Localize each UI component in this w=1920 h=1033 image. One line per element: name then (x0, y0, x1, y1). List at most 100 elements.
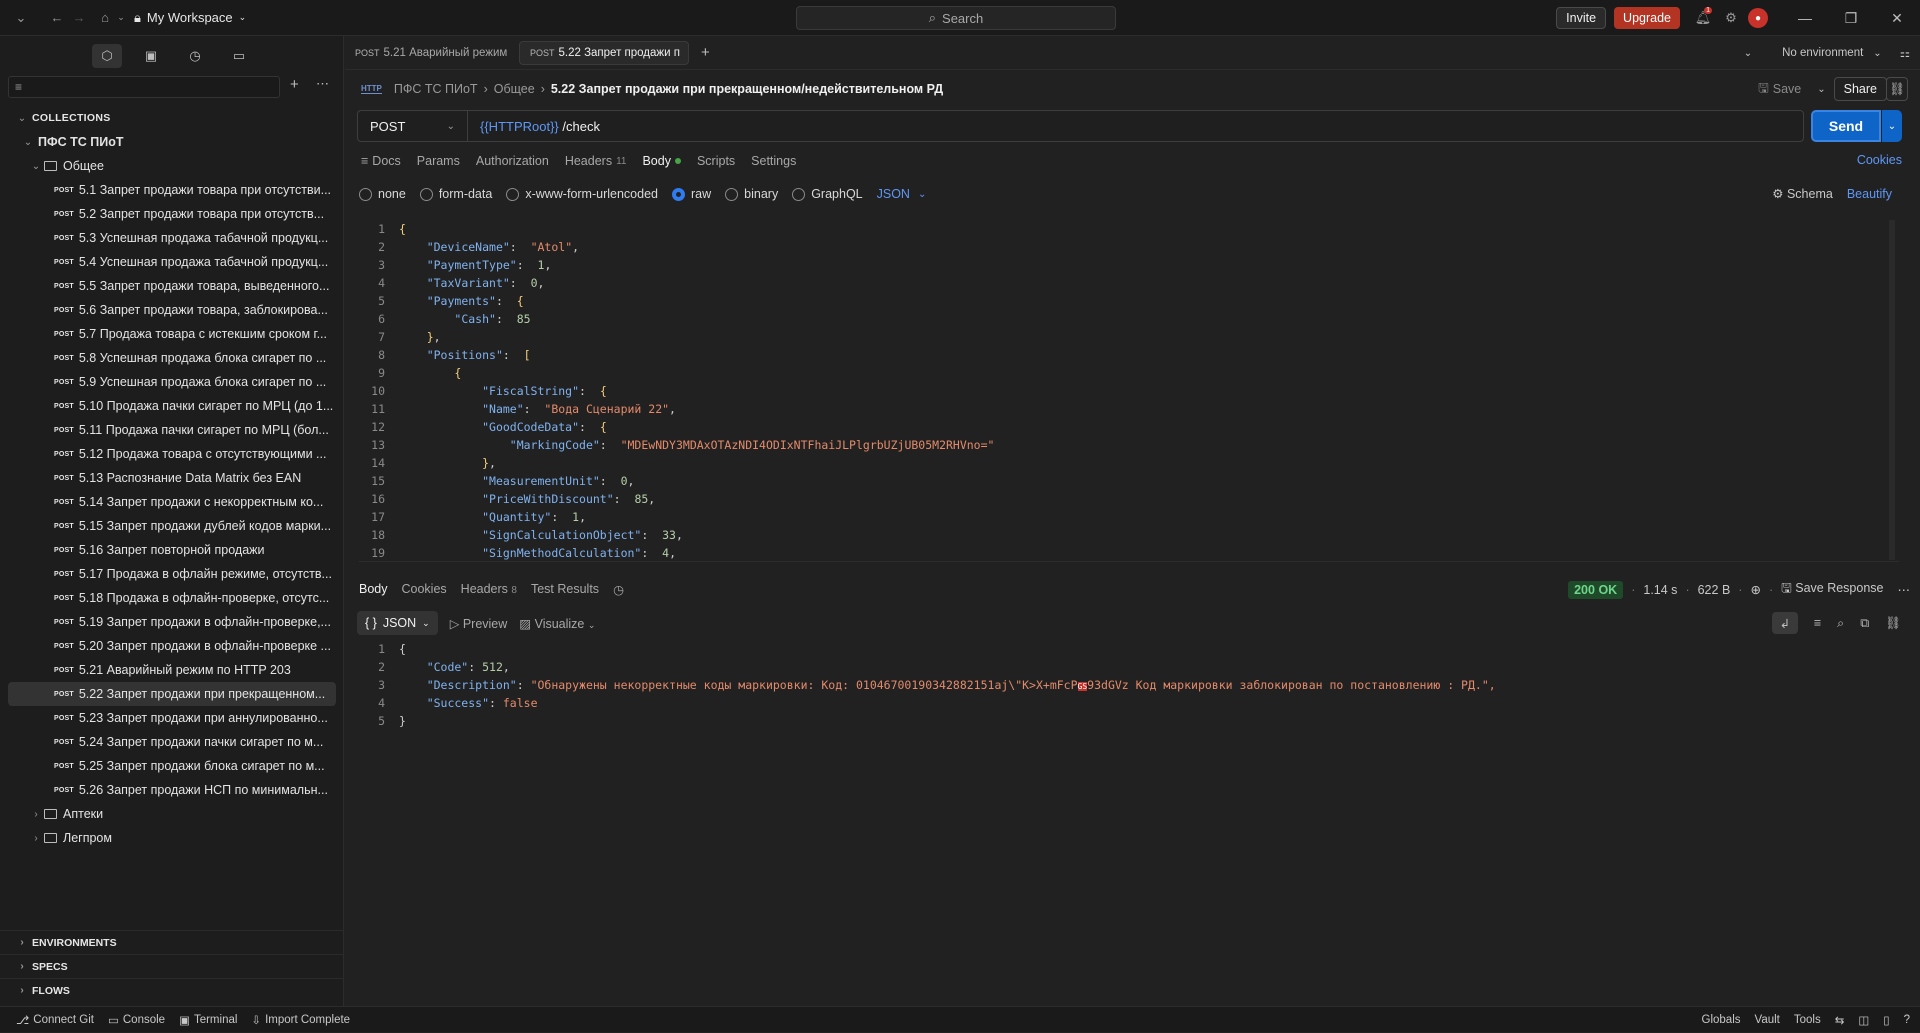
global-search[interactable]: ⌕ Search (796, 6, 1116, 30)
history-icon[interactable]: ◷ (180, 44, 210, 68)
collections-header[interactable]: ⌄ COLLECTIONS (0, 106, 344, 130)
request-item[interactable]: POST 5.20 Запрет продажи в офлайн-проверк… (0, 634, 336, 658)
status-badge[interactable]: 200 OK (1568, 580, 1624, 599)
radio-binary[interactable]: binary (725, 187, 778, 201)
request-item[interactable]: POST 5.14 Запрет продажи с некорректным к… (0, 490, 336, 514)
request-item[interactable]: POST 5.18 Продажа в офлайн-проверке, отсу… (0, 586, 336, 610)
resp-tab-cookies[interactable]: Cookies (402, 582, 447, 596)
beautify-button[interactable]: Beautify (1847, 187, 1892, 201)
request-item[interactable]: POST 5.7 Продажа товара с истекшим сроком… (0, 322, 336, 346)
request-item[interactable]: POST 5.15 Запрет продажи дублей кодов мар… (0, 514, 336, 538)
more-icon[interactable]: ⋯ (1898, 582, 1911, 597)
request-title[interactable]: 5.22 Запрет продажи при прекращенном/нед… (551, 82, 943, 96)
resp-tab-test-results[interactable]: Test Results (531, 582, 599, 596)
request-item[interactable]: POST 5.2 Запрет продажи товара при отсутс… (0, 202, 336, 226)
request-item[interactable]: POST 5.3 Успешная продажа табачной продук… (0, 226, 336, 250)
send-dropdown-icon[interactable]: ⌄ (1882, 110, 1902, 142)
import-status[interactable]: ⇩ Import Complete (251, 1013, 350, 1027)
radio-graphql[interactable]: GraphQL (792, 187, 863, 201)
tab-params[interactable]: Params (417, 154, 460, 168)
copy-icon[interactable]: ⧉ (1860, 616, 1869, 631)
menu-chevron-icon[interactable]: ⌄ (10, 7, 32, 29)
sidebar-toggle-icon[interactable]: ▯ (1883, 1013, 1889, 1027)
method-select[interactable]: POST ⌄ (358, 111, 468, 141)
gear-icon[interactable]: ⚙ (1720, 7, 1742, 29)
breadcrumb-folder[interactable]: Общее (494, 82, 535, 96)
environment-selector[interactable]: No environment (1782, 47, 1863, 59)
globe-icon[interactable]: ⊕ (1750, 582, 1760, 597)
specs-section[interactable]: › SPECS (0, 954, 344, 978)
send-button[interactable]: Send (1811, 110, 1881, 142)
request-item[interactable]: POST 5.5 Запрет продажи товара, выведенно… (0, 274, 336, 298)
save-button[interactable]: 🖫︎ Save (1750, 77, 1809, 101)
request-item[interactable]: POST 5.10 Продажа пачки сигарет по МРЦ (д… (0, 394, 336, 418)
folder-icon[interactable]: ▭ (224, 44, 254, 68)
collections-icon[interactable]: ⬡ (92, 44, 122, 68)
request-item[interactable]: POST 5.26 Запрет продажи НСП по минимальн… (0, 778, 336, 802)
link-icon[interactable]: ⛓ (1886, 77, 1908, 101)
editor-scrollbar[interactable] (1889, 220, 1895, 560)
request-item[interactable]: POST 5.25 Запрет продажи блока сигарет по… (0, 754, 336, 778)
collection-item[interactable]: ⌄ ПФС ТС ПИоТ (0, 130, 344, 154)
environment-quicklook-icon[interactable]: ⚏ (1900, 46, 1910, 60)
add-icon[interactable]: + (290, 76, 299, 93)
sidebar-filter-input[interactable]: ≡ (8, 76, 280, 98)
request-item[interactable]: POST 5.24 Запрет продажи пачки сигарет по… (0, 730, 336, 754)
request-item[interactable]: POST 5.8 Успешная продажа блока сигарет п… (0, 346, 336, 370)
tab-request-521[interactable]: POST 5.21 Аварийный режим (345, 36, 515, 70)
url-input[interactable]: POST ⌄ {{HTTPRoot}} /check (357, 110, 1804, 142)
terminal-button[interactable]: ▣ Terminal (179, 1013, 237, 1027)
wrap-lines-icon[interactable]: ↲ (1771, 612, 1798, 634)
request-item[interactable]: POST 5.19 Запрет продажи в офлайн-проверк… (0, 610, 336, 634)
response-body[interactable]: 1{ 2 "Code": 512, 3 "Description": "Обна… (359, 640, 1899, 760)
close-icon[interactable]: ✕ (1874, 0, 1920, 36)
tab-request-522[interactable]: POST 5.22 Запрет продажи п (519, 40, 689, 65)
save-response-button[interactable]: 🖫︎ Save Response (1781, 579, 1883, 600)
two-pane-icon[interactable]: ◫ (1858, 1013, 1869, 1027)
tab-body[interactable]: Body (642, 154, 681, 168)
request-item[interactable]: POST 5.16 Запрет повторной продажи (0, 538, 336, 562)
request-item[interactable]: POST 5.6 Запрет продажи товара, заблокиро… (0, 298, 336, 322)
link-icon[interactable]: ⛓ (1885, 616, 1901, 631)
request-item[interactable]: POST 5.11 Продажа пачки сигарет по МРЦ (б… (0, 418, 336, 442)
tab-docs[interactable]: ≡ Docs (361, 154, 401, 168)
response-size[interactable]: 622 B (1698, 583, 1731, 597)
avatar[interactable]: ● (1748, 8, 1768, 28)
preview-button[interactable]: ▷ Preview (450, 616, 508, 631)
forward-arrow-icon[interactable]: → (68, 7, 90, 29)
tab-scripts[interactable]: Scripts (697, 154, 735, 168)
environments-section[interactable]: › ENVIRONMENTS (0, 930, 344, 954)
globals-button[interactable]: Globals (1702, 1014, 1741, 1026)
home-dropdown-icon[interactable]: ⌄ (116, 7, 126, 29)
folder-item-pharmacy[interactable]: › Аптеки (0, 802, 344, 826)
response-format-select[interactable]: { } JSON ⌄ (357, 611, 438, 635)
cookies-link[interactable]: Cookies (1857, 153, 1902, 167)
request-item[interactable]: POST 5.22 Запрет продажи при прекращенном… (8, 682, 336, 706)
save-dropdown-icon[interactable]: ⌄ (1817, 84, 1825, 95)
breadcrumb-collection[interactable]: ПФС ТС ПИоТ (394, 82, 478, 96)
resp-tab-headers[interactable]: Headers 8 (461, 582, 517, 596)
upgrade-button[interactable]: Upgrade (1614, 7, 1680, 29)
console-button[interactable]: ▭ Console (108, 1013, 165, 1027)
flows-section[interactable]: › FLOWS (0, 978, 344, 1002)
connect-git-button[interactable]: ⎇ Connect Git (16, 1013, 94, 1027)
invite-button[interactable]: Invite (1556, 7, 1607, 29)
folder-item-legprom[interactable]: › Легпром (0, 826, 344, 850)
restore-icon[interactable]: ❐ (1828, 0, 1874, 36)
radio-none[interactable]: none (359, 187, 406, 201)
body-format-select[interactable]: JSON ⌄ (877, 187, 927, 201)
request-item[interactable]: POST 5.17 Продажа в офлайн режиме, отсутс… (0, 562, 336, 586)
folder-item-general[interactable]: ⌄ Общее (0, 154, 344, 178)
request-item[interactable]: POST 5.4 Успешная продажа табачной продук… (0, 250, 336, 274)
environments-icon[interactable]: ▣ (136, 44, 166, 68)
request-item[interactable]: POST 5.21 Аварийный режим по HTTP 203 (0, 658, 336, 682)
search-icon[interactable]: ⌕ (1837, 616, 1844, 631)
schema-button[interactable]: ⚙ Schema (1772, 186, 1833, 201)
tab-authorization[interactable]: Authorization (476, 154, 549, 168)
request-item[interactable]: POST 5.1 Запрет продажи товара при отсутс… (0, 178, 336, 202)
visualize-button[interactable]: ▨ Visualize ⌄ (519, 616, 595, 631)
radio-form-data[interactable]: form-data (419, 187, 492, 201)
bell-icon[interactable]: 🔔︎ 1 (1692, 7, 1714, 29)
history-icon[interactable]: ◷ (613, 582, 624, 597)
request-item[interactable]: POST 5.13 Распознание Data Matrix без EAN (0, 466, 336, 490)
